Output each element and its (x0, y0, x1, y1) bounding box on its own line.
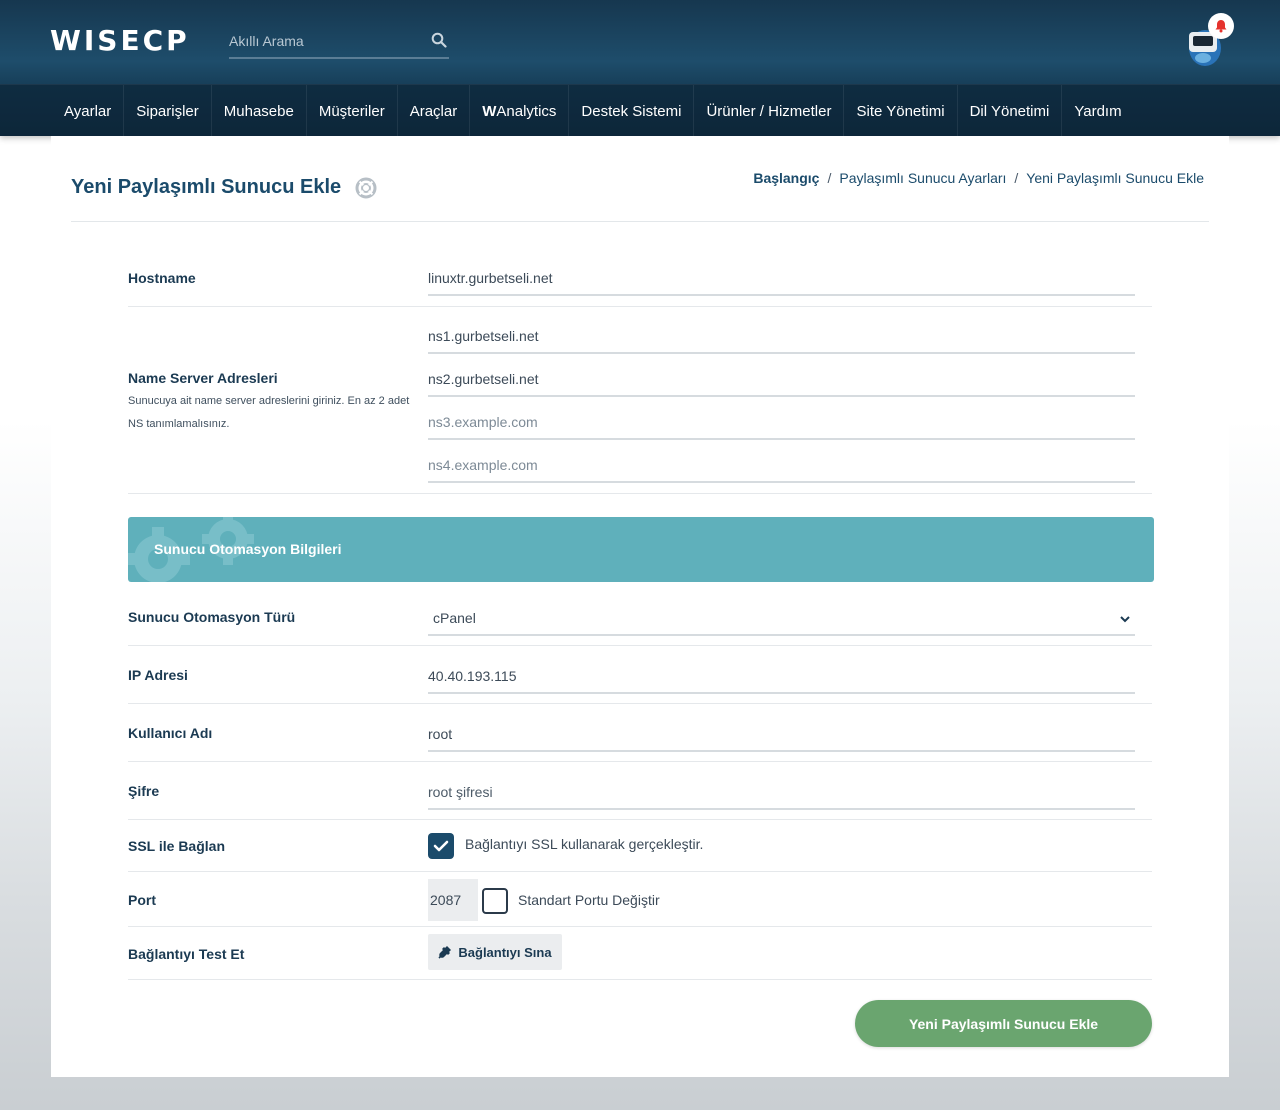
breadcrumb-home[interactable]: Başlangıç (753, 170, 819, 186)
ssl-label: SSL ile Bağlan (128, 838, 225, 854)
plug-icon (438, 946, 452, 959)
content-panel: Yeni Paylaşımlı Sunucu Ekle Başlangıç / … (51, 136, 1229, 1077)
nav-item-ayarlar[interactable]: Ayarlar (52, 85, 125, 137)
add-shared-server-button-label: Yeni Paylaşımlı Sunucu Ekle (908, 1015, 1099, 1032)
automation-type-value: cPanel (433, 610, 476, 626)
nav-item-araclar[interactable]: Araçlar (398, 85, 471, 137)
automation-type-row: Sunucu Otomasyon Türü cPanel (128, 588, 1152, 646)
password-input[interactable]: root şifresi (428, 778, 1135, 810)
test-connection-button-label: Bağlantıyı Sına (458, 944, 552, 960)
checkmark-icon (433, 840, 449, 852)
nav-item-musteriler[interactable]: Müşteriler (307, 85, 398, 137)
nav-item-siparisler[interactable]: Siparişler (124, 85, 212, 137)
search-input[interactable] (229, 26, 419, 56)
page-title: Yeni Paylaşımlı Sunucu Ekle (71, 176, 377, 199)
logo-text: WISECP (50, 23, 190, 57)
breadcrumb-separator: / (827, 170, 832, 186)
hostname-label: Hostname (128, 270, 196, 286)
header-top-bar: WISECP (0, 0, 1280, 84)
port-label: Port (128, 892, 156, 908)
ssl-checkbox[interactable] (428, 833, 454, 859)
breadcrumb-separator: / (1014, 170, 1019, 186)
test-connection-button[interactable]: Bağlantıyı Sına (428, 934, 562, 970)
test-connection-row: Bağlantıyı Test Et Bağlantıyı Sına (128, 927, 1152, 980)
automation-type-select[interactable]: cPanel (428, 604, 1135, 636)
port-input[interactable]: 2087 (428, 879, 478, 921)
nav-item-yardim[interactable]: Yardım (1062, 85, 1133, 137)
change-port-checkbox[interactable] (482, 888, 508, 914)
page-title-text: Yeni Paylaşımlı Sunucu Ekle (71, 176, 342, 198)
ns2-input[interactable]: ns2.gurbetseli.net (428, 365, 1135, 397)
ip-input[interactable]: 40.40.193.115 (428, 662, 1135, 694)
top-header: WISECP Ayarlar Siparişler Muhasebe Müşte… (0, 0, 1280, 137)
smart-search (229, 26, 449, 59)
nav-item-muhasebe[interactable]: Muhasebe (212, 85, 307, 137)
add-shared-server-button[interactable]: Yeni Paylaşımlı Sunucu Ekle (855, 1000, 1152, 1047)
ip-label: IP Adresi (128, 667, 188, 683)
nav-item-urunler-hizmetler[interactable]: Ürünler / Hizmetler (694, 85, 845, 137)
test-connection-label: Bağlantıyı Test Et (128, 946, 245, 962)
nav-item-site-yonetimi[interactable]: Site Yönetimi (844, 85, 958, 137)
ns1-input[interactable]: ns1.gurbetseli.net (428, 322, 1135, 354)
ssl-checkbox-label[interactable]: Bağlantıyı SSL kullanarak gerçekleştir. (465, 836, 703, 852)
automation-type-label: Sunucu Otomasyon Türü (128, 609, 296, 625)
nav-item-dil-yonetimi[interactable]: Dil Yönetimi (958, 85, 1063, 137)
password-label: Şifre (128, 783, 160, 799)
title-divider (71, 221, 1209, 222)
automation-section-header: Sunucu Otomasyon Bilgileri (128, 517, 1154, 582)
breadcrumb: Başlangıç / Paylaşımlı Sunucu Ayarları /… (753, 170, 1204, 186)
ssl-row: SSL ile Bağlan Bağlantıyı SSL kullanarak… (128, 820, 1152, 872)
breadcrumb-current: Yeni Paylaşımlı Sunucu Ekle (1026, 170, 1204, 186)
change-port-label[interactable]: Standart Portu Değiştir (518, 892, 660, 908)
username-input[interactable]: root (428, 720, 1135, 752)
ip-row: IP Adresi 40.40.193.115 (128, 646, 1152, 704)
hostname-input[interactable]: linuxtr.gurbetseli.net (428, 264, 1135, 296)
hostname-row: Hostname linuxtr.gurbetseli.net (128, 250, 1152, 307)
lifebuoy-help-icon[interactable] (355, 177, 377, 199)
search-icon[interactable] (431, 32, 447, 48)
main-navigation: Ayarlar Siparişler Muhasebe Müşteriler A… (0, 84, 1280, 137)
nameserver-description: Sunucuya ait name server adreslerini gir… (128, 395, 410, 430)
port-row: Port 2087 Standart Portu Değiştir (128, 872, 1152, 927)
bell-icon (1215, 20, 1227, 33)
ns4-input[interactable]: ns4.example.com (428, 451, 1135, 483)
username-label: Kullanıcı Adı (128, 725, 213, 741)
chevron-down-icon (1120, 616, 1130, 623)
username-row: Kullanıcı Adı root (128, 704, 1152, 762)
nameserver-row: Name Server Adresleri Sunucuya ait name … (128, 307, 1152, 494)
wisecp-logo[interactable]: WISECP (50, 23, 190, 57)
breadcrumb-shared-server-settings[interactable]: Paylaşımlı Sunucu Ayarları (839, 170, 1006, 186)
ns3-input[interactable]: ns3.example.com (428, 408, 1135, 440)
nameserver-label: Name Server Adresleri (128, 370, 278, 386)
nav-item-wanalytics[interactable]: W Analytics (470, 85, 570, 137)
password-row: Şifre root şifresi (128, 762, 1152, 820)
automation-section-title: Sunucu Otomasyon Bilgileri (154, 541, 342, 557)
notification-bell[interactable] (1208, 13, 1234, 39)
nav-item-destek-sistemi[interactable]: Destek Sistemi (569, 85, 695, 137)
